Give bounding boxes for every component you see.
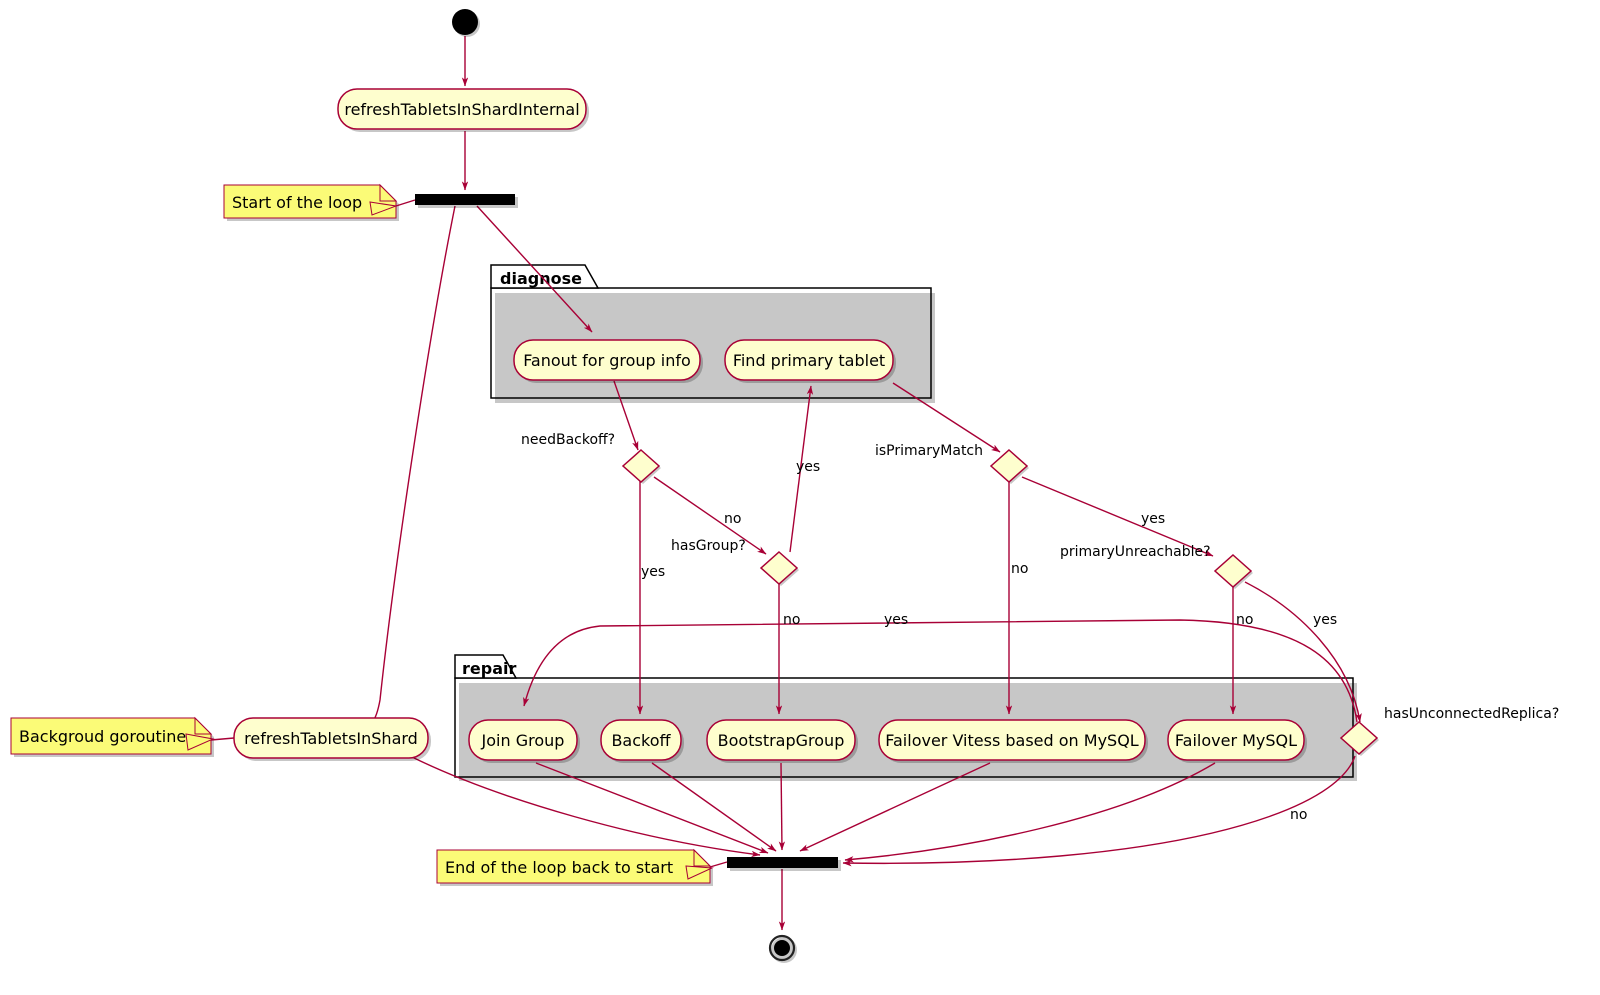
join-bar-bottom xyxy=(727,857,841,871)
decision-label-hasGroup: hasGroup? xyxy=(671,538,746,554)
edge-label-hasUnconnectedReplica-no: no xyxy=(1290,807,1307,823)
edge-label-needBackoff-no: no xyxy=(724,511,741,527)
note-label-end-of-the-loop: End of the loop back to start xyxy=(445,858,673,877)
activity-refreshTabletsInShard[interactable]: refreshTabletsInShard xyxy=(233,717,431,761)
start-node[interactable] xyxy=(452,9,480,37)
edges-layer xyxy=(355,36,1362,931)
decision-label-needBackoff: needBackoff? xyxy=(521,432,615,448)
edge-label-hasGroup-no: no xyxy=(783,612,800,628)
activity-label-refreshTabletsInShard: refreshTabletsInShard xyxy=(244,729,418,748)
edge-findPrimaryTablet-to-isPrimaryMatch xyxy=(892,382,1001,453)
activity-label-failoverVitess: Failover Vitess based on MySQL xyxy=(885,731,1139,750)
activity-label-findPrimaryTablet: Find primary tablet xyxy=(733,351,885,370)
decision-isPrimaryMatch[interactable] xyxy=(989,448,1029,484)
activity-failoverMysql[interactable]: Failover MySQL xyxy=(1167,719,1307,763)
note-end-of-the-loop: End of the loop back to start xyxy=(436,848,728,886)
edge-fork-to-refreshTabletsInShard xyxy=(355,205,456,732)
note-background-goroutine: Backgroud goroutine xyxy=(10,716,235,757)
decision-hasGroup[interactable] xyxy=(759,550,799,586)
end-node[interactable] xyxy=(768,934,797,963)
edge-bootstrapGroup-to-join xyxy=(778,762,786,851)
note-label-start-of-the-loop: Start of the loop xyxy=(232,193,362,212)
activity-label-refreshTabletsInShardInternal: refreshTabletsInShardInternal xyxy=(344,100,579,119)
edge-label-isPrimaryMatch-yes: yes xyxy=(1141,511,1165,527)
activity-bootstrapGroup[interactable]: BootstrapGroup xyxy=(706,719,858,763)
edge-label-needBackoff-yes: yes xyxy=(641,564,665,580)
decision-label-isPrimaryMatch: isPrimaryMatch xyxy=(875,443,983,459)
activity-label-bootstrapGroup: BootstrapGroup xyxy=(718,731,845,750)
fork-bar-top xyxy=(415,194,518,208)
activity-label-failoverMysql: Failover MySQL xyxy=(1175,731,1297,750)
activity-label-joinGroup: Join Group xyxy=(481,731,565,750)
decision-label-primaryUnreachable: primaryUnreachable? xyxy=(1060,544,1211,560)
edge-label-hasUnconnectedReplica-yes: yes xyxy=(884,612,908,628)
package-label-diagnose: diagnose xyxy=(500,269,582,288)
activity-failoverVitess[interactable]: Failover Vitess based on MySQL xyxy=(878,719,1148,763)
edge-label-primaryUnreachable-no: no xyxy=(1236,612,1253,628)
activity-diagram: diagnose repair yes no no yes no yes no … xyxy=(0,0,1600,995)
edge-label-hasGroup-yes: yes xyxy=(796,459,820,475)
activity-refreshTabletsInShardInternal[interactable]: refreshTabletsInShardInternal xyxy=(337,88,589,132)
package-label-repair: repair xyxy=(462,659,516,678)
note-label-background-goroutine: Backgroud goroutine xyxy=(19,727,186,746)
decision-label-hasUnconnectedReplica: hasUnconnectedReplica? xyxy=(1384,706,1559,722)
edge-label-primaryUnreachable-yes: yes xyxy=(1313,612,1337,628)
activity-label-fanoutForGroupInfo: Fanout for group info xyxy=(523,351,691,370)
activity-backoff[interactable]: Backoff xyxy=(600,719,684,763)
activity-findPrimaryTablet[interactable]: Find primary tablet xyxy=(724,339,896,383)
activity-label-backoff: Backoff xyxy=(611,731,671,750)
note-start-of-the-loop: Start of the loop xyxy=(223,183,416,221)
edge-label-isPrimaryMatch-no: no xyxy=(1011,561,1028,577)
activity-fanoutForGroupInfo[interactable]: Fanout for group info xyxy=(513,339,703,383)
decision-needBackoff[interactable] xyxy=(621,448,661,484)
activity-joinGroup[interactable]: Join Group xyxy=(468,719,580,763)
diagram-canvas: diagnose repair yes no no yes no yes no … xyxy=(10,9,1559,963)
